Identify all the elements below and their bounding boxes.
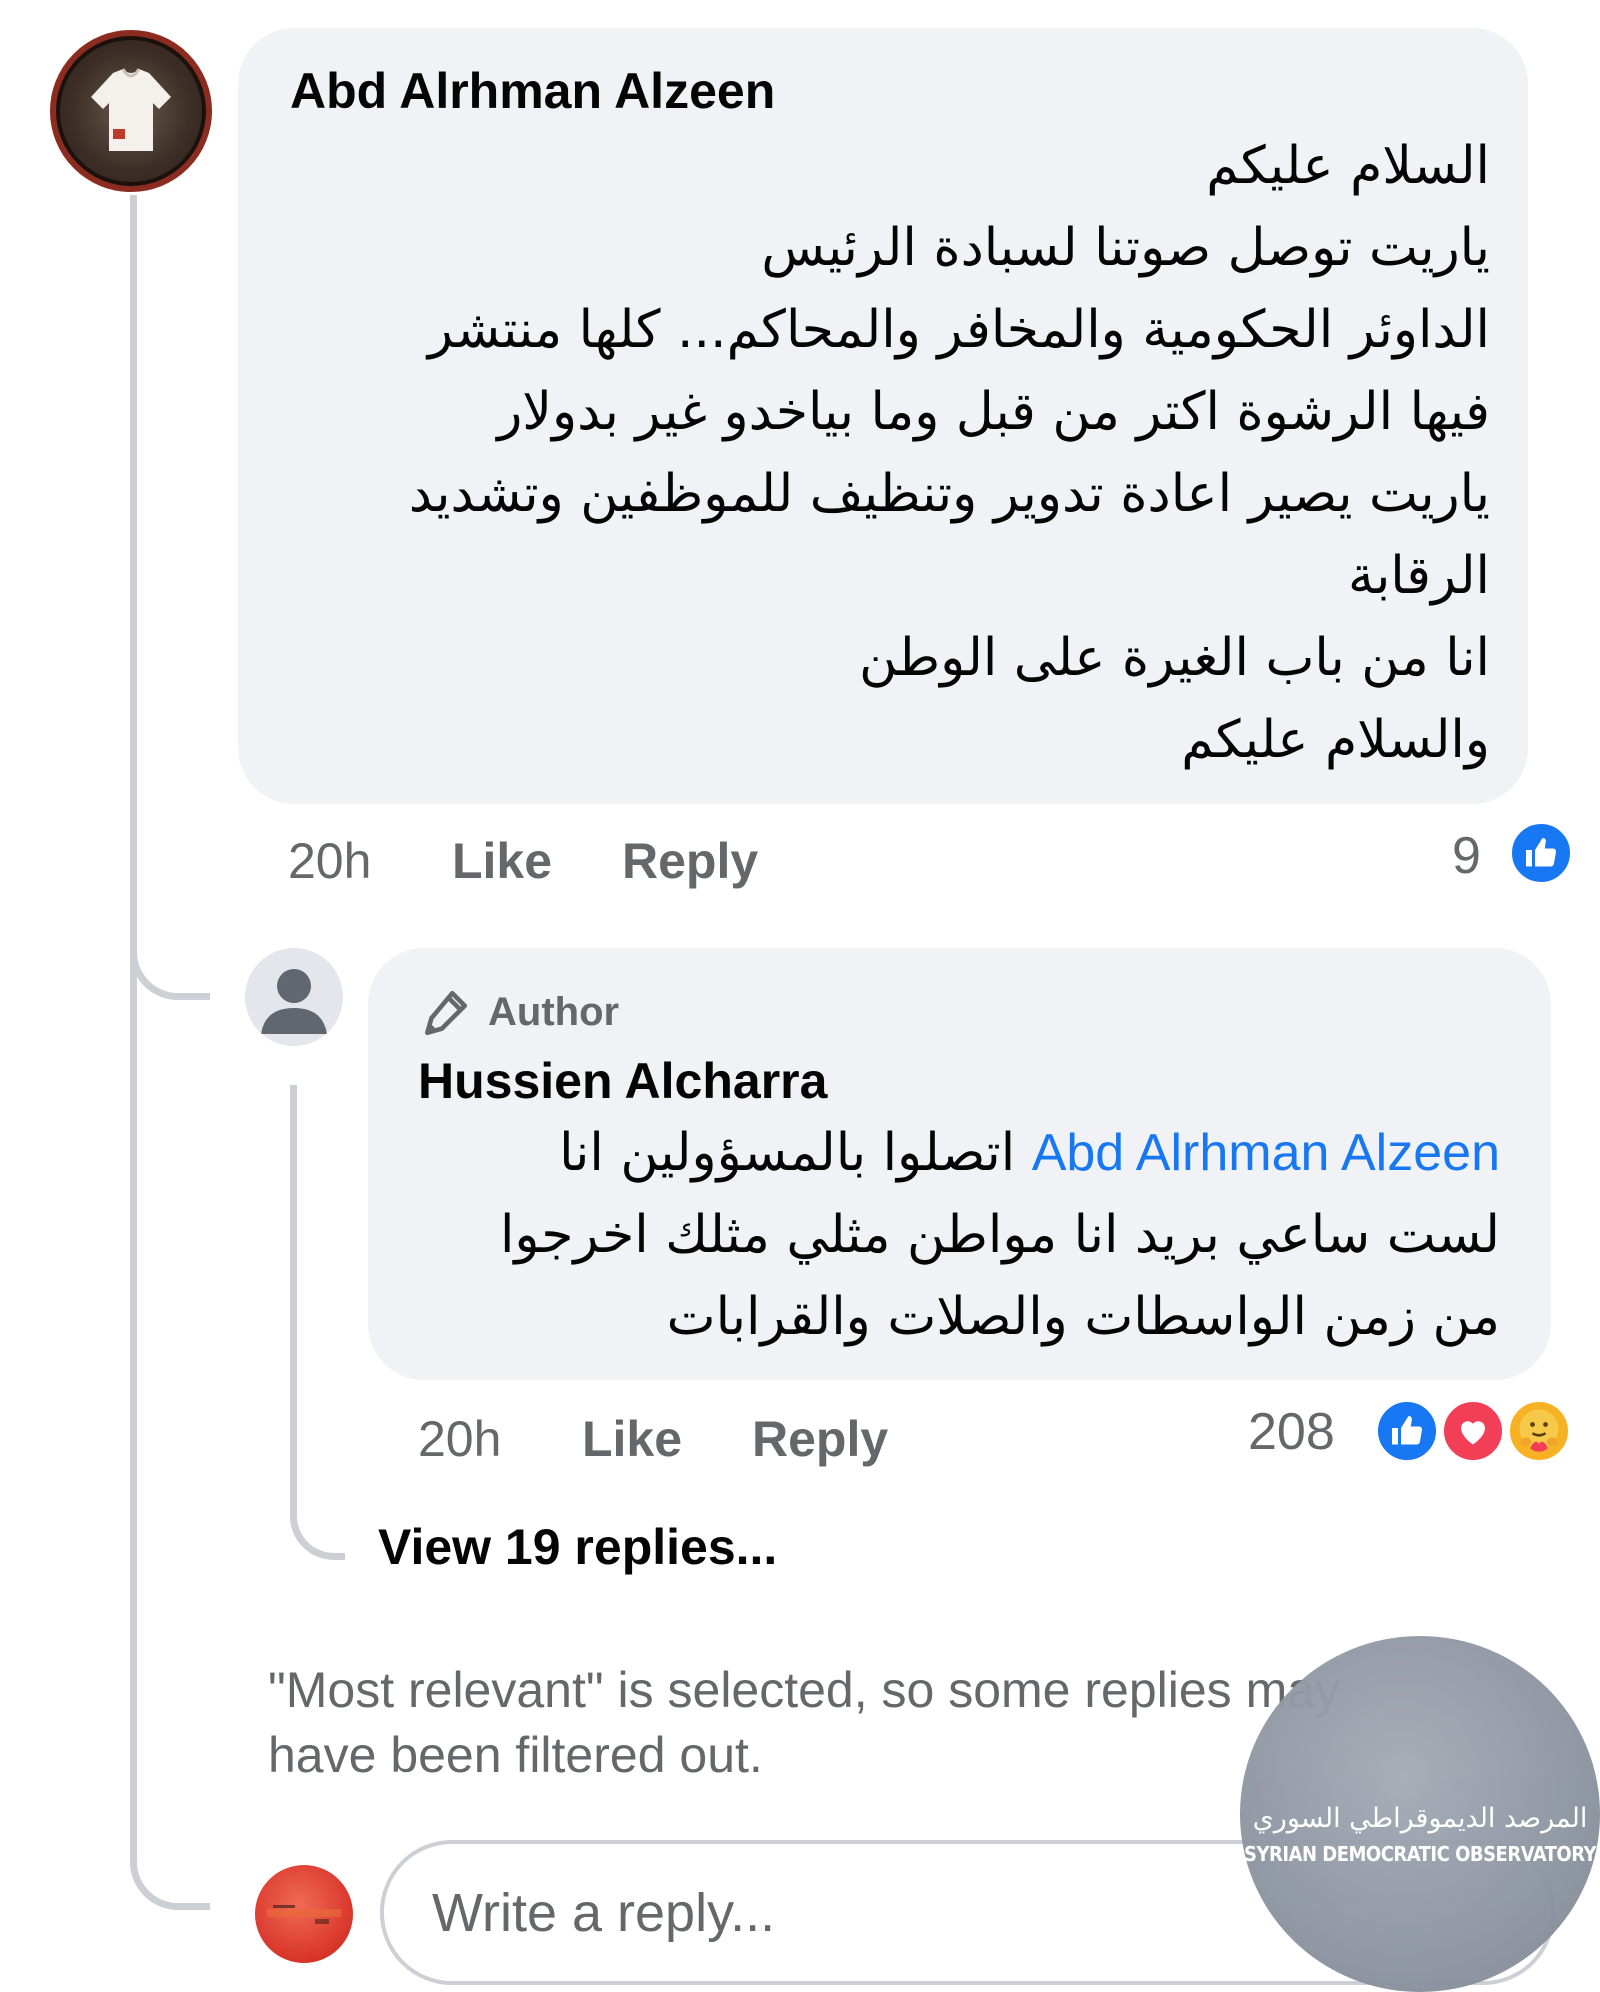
avatar-shirt-icon (91, 68, 171, 151)
filter-notice-line: "Most relevant" is selected, so some rep… (268, 1662, 1341, 1718)
comment-reaction-count[interactable]: 9 (1452, 826, 1481, 886)
comment-line: السلام عليكم (1206, 136, 1490, 196)
reply-timestamp[interactable]: 20h (418, 1410, 501, 1468)
comment-line: ياريت توصل صوتنا لسبادة الرئيس (761, 218, 1490, 278)
watermark-arabic: المرصد الديموقراطي السوري (1252, 1802, 1588, 1834)
reply-line: من زمن الواسطات والصلات والقرابات (666, 1287, 1500, 1347)
person-icon (261, 969, 327, 1034)
comment-line: فيها الرشوة اكتر من قبل وما بياخدو غير ب… (497, 382, 1490, 442)
pen-icon (420, 988, 470, 1038)
filter-notice-line: have been filtered out. (268, 1727, 763, 1783)
thread-line-branch (130, 700, 210, 1000)
avatar-default[interactable] (245, 948, 343, 1046)
thumbs-up-icon (1374, 1398, 1440, 1464)
comment-like-button[interactable]: Like (452, 832, 552, 890)
author-badge: Author (488, 990, 620, 1034)
avatar[interactable] (50, 30, 212, 192)
thread-line-replies (290, 1085, 345, 1560)
reply-like-button[interactable]: Like (582, 1410, 682, 1468)
view-replies-link[interactable]: View 19 replies... (378, 1518, 777, 1576)
reply-line: لست ساعي بريد انا مواطن مثلي مثلك اخرجوا (499, 1205, 1500, 1265)
heart-icon (1440, 1398, 1506, 1464)
comment-timestamp[interactable]: 20h (288, 832, 371, 890)
reply-line: Abd Alrhman Alzeen اتصلوا بالمسؤولين انا (400, 1112, 1500, 1194)
comment-line: الداوئر الحكومية والمخافر والمحاكم... كل… (427, 300, 1490, 360)
reply-text: Abd Alrhman Alzeen اتصلوا بالمسؤولين انا… (400, 1112, 1500, 1358)
comment-text: السلام عليكم ياريت توصل صوتنا لسبادة الر… (270, 125, 1490, 781)
comment-line: انا من باب الغيرة على الوطن (859, 628, 1490, 688)
filter-notice: "Most relevant" is selected, so some rep… (268, 1658, 1340, 1788)
watermark-english: SYRIAN DEMOCRATIC OBSERVATORY (1244, 1841, 1597, 1866)
reply-line-rest: اتصلوا بالمسؤولين انا (559, 1123, 1016, 1183)
comment-line: ياريت يصير اعادة تدوير وتنظيف للموظفين و… (408, 464, 1490, 524)
mention-link[interactable]: Abd Alrhman Alzeen (1032, 1124, 1500, 1182)
current-user-avatar[interactable] (255, 1865, 353, 1963)
reply-reaction-count[interactable]: 208 (1248, 1402, 1335, 1462)
thumbs-up-icon (1508, 820, 1574, 886)
thread-line-main (130, 195, 210, 1910)
comment-reply-button[interactable]: Reply (622, 832, 758, 890)
comment-author-name[interactable]: Abd Alrhman Alzeen (290, 62, 775, 120)
reply-author-name[interactable]: Hussien Alcharra (418, 1052, 827, 1110)
watermark-logo: المرصد الديموقراطي السوري SYRIAN DEMOCRA… (1240, 1636, 1600, 1992)
care-emoji-icon (1506, 1398, 1572, 1464)
comment-line: الرقابة (1347, 546, 1490, 606)
comment-line: والسلام عليكم (1181, 710, 1490, 770)
reply-reply-button[interactable]: Reply (752, 1410, 888, 1468)
